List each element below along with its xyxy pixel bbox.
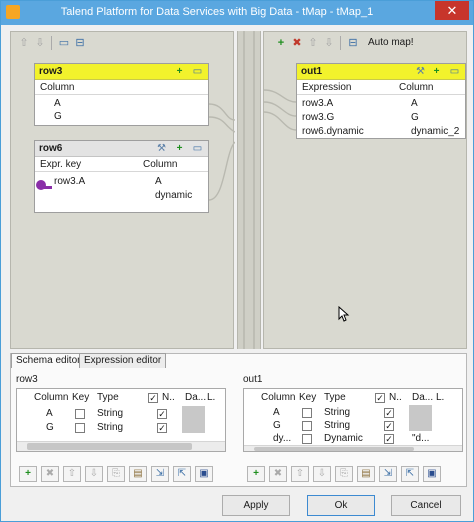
paste-icon[interactable]: ▤ [129,466,147,482]
window-title: Talend Platform for Data Services with B… [60,6,374,18]
hierarchy-icon[interactable]: ⊟ [346,36,360,50]
delete-row-icon[interactable]: ✖ [269,466,287,482]
schema-right-grid: Column Key Type ✓ N.. Da... L. A String … [243,388,463,452]
arrow-up-icon[interactable]: ⇧ [306,36,320,50]
arrow-up-icon[interactable]: ⇧ [291,466,309,482]
delete-row-icon[interactable]: ✖ [41,466,59,482]
schema-left-label: row3 [16,374,38,385]
key-checkbox[interactable] [302,421,312,431]
editor-tabs-area: Schema editor Expression editor row3 Col… [10,353,467,487]
paste-icon[interactable]: ▤ [357,466,375,482]
key-checkbox[interactable] [302,434,312,444]
minimize-icon[interactable]: ▭ [448,65,461,78]
input-pane: ⇧ ⇩ ▭ ⊟ row3 + ▭ Column A G row6 ⚒ + ▭ E… [10,31,235,349]
output-pane: + ✖ ⇧ ⇩ ⊟ Auto map! out1 ⚒ + ▭ Expressio… [263,31,467,349]
key-checkbox[interactable] [302,408,312,418]
apply-button[interactable]: Apply [222,495,290,516]
horizontal-scrollbar[interactable] [17,441,225,451]
add-row-icon[interactable]: + [247,466,265,482]
out1-expr-1[interactable]: row3.G [302,112,334,123]
out1-column-header: Expression Column [297,80,465,95]
arrow-down-icon[interactable]: ⇩ [85,466,103,482]
horizontal-scrollbar[interactable] [244,445,462,451]
nullable-all-checkbox[interactable]: ✓ [375,393,385,403]
save-icon[interactable]: ▣ [423,466,441,482]
tab-expression-editor[interactable]: Expression editor [79,353,167,368]
link-line [208,141,235,201]
mouse-cursor-icon [338,306,350,322]
mapping-links [208,103,235,201]
nullable-checkbox[interactable]: ✓ [157,423,167,433]
wrench-icon[interactable]: ⚒ [414,65,427,78]
add-icon[interactable]: + [430,65,443,78]
import-icon[interactable]: ⇲ [379,466,397,482]
schema-right-label: out1 [243,374,263,385]
ok-button[interactable]: Ok [307,495,375,516]
arrow-up-icon[interactable]: ⇧ [63,466,81,482]
nullable-checkbox[interactable]: ✓ [157,409,167,419]
nullable-all-checkbox[interactable]: ✓ [148,393,158,403]
main-window: Talend Platform for Data Services with B… [0,0,474,522]
auto-map-button[interactable]: Auto map! [368,37,414,48]
save-icon[interactable]: ▣ [195,466,213,482]
title-bar: Talend Platform for Data Services with B… [1,1,473,25]
out1-header: out1 ⚒ + ▭ [297,64,465,80]
out1-col-0[interactable]: A [411,98,418,109]
out1-col-1[interactable]: G [411,112,419,123]
export-icon[interactable]: ⇱ [401,466,419,482]
key-checkbox[interactable] [75,423,85,433]
schema-left-col-a[interactable]: A [46,408,53,419]
import-icon[interactable]: ⇲ [151,466,169,482]
nullable-checkbox[interactable]: ✓ [384,408,394,418]
nullable-checkbox[interactable]: ✓ [384,434,394,444]
copy-icon[interactable]: ⎘ [335,466,353,482]
mapping-gutter [237,31,261,349]
arrow-down-icon[interactable]: ⇩ [322,36,336,50]
tab-schema-editor[interactable]: Schema editor [11,353,86,368]
key-checkbox[interactable] [75,409,85,419]
export-icon[interactable]: ⇱ [173,466,191,482]
out1-col-2[interactable]: dynamic_2 [411,126,459,137]
out1-expr-0[interactable]: row3.A [302,98,333,109]
out1-expr-2[interactable]: row6.dynamic [302,126,364,137]
output-links [264,89,297,131]
nullable-checkbox[interactable]: ✓ [384,421,394,431]
close-button[interactable]: ✕ [435,1,469,20]
add-row-icon[interactable]: + [19,466,37,482]
schema-left-grid: Column Key Type ✓ N.. Da... L. A String … [16,388,226,452]
cancel-button[interactable]: Cancel [391,495,461,516]
schema-left-col-g[interactable]: G [46,422,54,433]
arrow-down-icon[interactable]: ⇩ [313,466,331,482]
copy-icon[interactable]: ⎘ [107,466,125,482]
out1-title: out1 [301,66,323,77]
out1-table: out1 ⚒ + ▭ Expression Column row3.A A ro… [296,63,466,139]
